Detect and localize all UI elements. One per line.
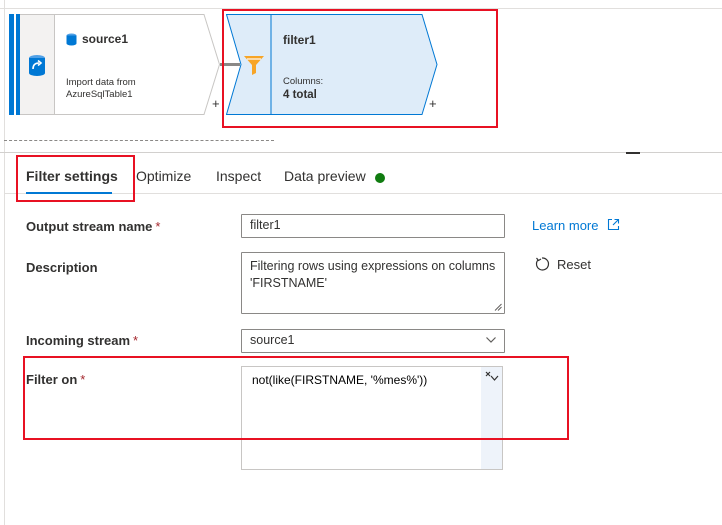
canvas-left-border [4, 0, 5, 525]
source-add-transform-button[interactable]: + [212, 96, 220, 111]
output-stream-name-value: filter1 [250, 218, 281, 232]
canvas-panel-divider[interactable] [0, 152, 722, 153]
description-value: Filtering rows using expressions on colu… [250, 259, 496, 290]
selection-marquee [4, 140, 274, 141]
source-refresh-icon [29, 55, 45, 76]
source-node-title: source1 [82, 32, 129, 46]
incoming-stream-select[interactable]: source1 [241, 329, 505, 353]
filter-node-highlight [222, 9, 498, 128]
output-stream-label-text: Output stream name [26, 219, 153, 234]
external-link-icon[interactable] [607, 218, 620, 231]
incoming-stream-label-text: Incoming stream [26, 333, 131, 348]
reset-button[interactable]: Reset [557, 257, 591, 272]
learn-more-link[interactable]: Learn more [532, 218, 598, 233]
sql-database-icon [66, 33, 77, 46]
incoming-stream-label: Incoming stream * [26, 333, 138, 348]
required-marker: * [155, 219, 161, 234]
textarea-resize-grip[interactable] [494, 303, 502, 311]
data-preview-status-dot [375, 173, 385, 183]
output-stream-name-input[interactable]: filter1 [241, 214, 505, 238]
incoming-stream-value: source1 [250, 333, 295, 347]
source-node-description-line2: AzureSqlTable1 [66, 89, 133, 100]
output-stream-label: Output stream name * [26, 219, 160, 234]
panel-resize-handle[interactable] [626, 152, 640, 154]
tab-inspect[interactable]: Inspect [216, 168, 261, 184]
filter-settings-tab-highlight [16, 155, 135, 202]
tab-data-preview[interactable]: Data preview [284, 168, 366, 184]
filter-on-highlight [23, 356, 569, 440]
source-node-stripe [9, 14, 14, 115]
source-node-description-line1: Import data from [66, 77, 136, 88]
source-node-description: Import data from AzureSqlTable1 [66, 77, 186, 101]
reset-icon[interactable] [534, 256, 550, 272]
tab-optimize[interactable]: Optimize [136, 168, 191, 184]
required-marker: * [133, 333, 139, 348]
description-textarea[interactable]: Filtering rows using expressions on colu… [241, 252, 505, 314]
chevron-down-icon [486, 337, 496, 343]
description-label: Description [26, 260, 98, 275]
